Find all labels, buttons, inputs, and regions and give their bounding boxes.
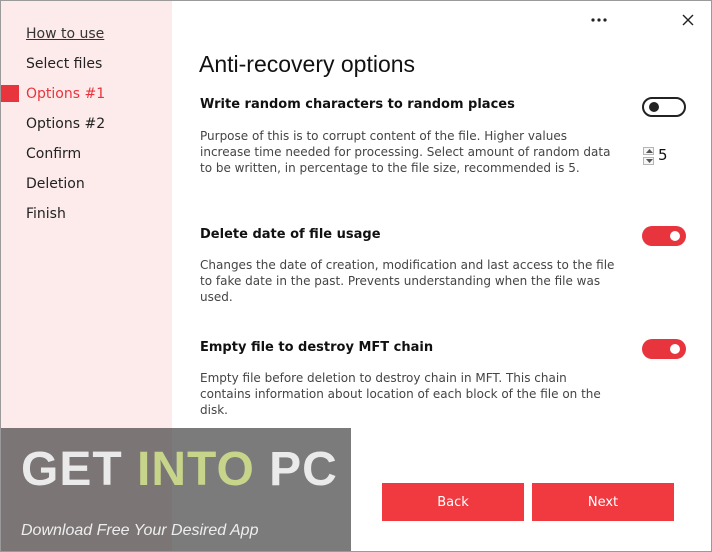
option-delete-date-toggle[interactable] bbox=[642, 226, 686, 246]
more-options-button[interactable] bbox=[584, 7, 614, 33]
watermark-logo-into: INTO bbox=[137, 443, 255, 496]
option-delete-date-description: Changes the date of creation, modificati… bbox=[200, 258, 615, 304]
chevron-up-icon bbox=[646, 149, 653, 153]
stepper-down-button[interactable] bbox=[643, 157, 654, 165]
watermark-logo: GET INTO PC bbox=[21, 442, 338, 497]
option-random-chars-title: Write random characters to random places bbox=[200, 97, 515, 112]
option-random-chars-description: Purpose of this is to corrupt content of… bbox=[200, 129, 611, 175]
option-random-chars-toggle[interactable] bbox=[642, 97, 686, 117]
stepper-value[interactable]: 5 bbox=[658, 146, 668, 164]
sidebar-item-how-to-use[interactable]: How to use bbox=[26, 23, 104, 45]
watermark-tagline: Download Free Your Desired App bbox=[21, 522, 259, 539]
back-button[interactable]: Back bbox=[382, 483, 524, 521]
close-icon bbox=[682, 14, 694, 26]
option-empty-file-toggle[interactable] bbox=[642, 339, 686, 359]
stepper-up-button[interactable] bbox=[643, 147, 654, 155]
option-empty-file-title: Empty file to destroy MFT chain bbox=[200, 340, 434, 355]
next-button[interactable]: Next bbox=[532, 483, 674, 521]
watermark-logo-pc: PC bbox=[254, 443, 338, 496]
app-window: How to use Select files Options #1 Optio… bbox=[0, 0, 712, 552]
close-button[interactable] bbox=[673, 7, 703, 33]
sidebar-item-options-2[interactable]: Options #2 bbox=[26, 113, 105, 135]
option-empty-file-description: Empty file before deletion to destroy ch… bbox=[200, 371, 601, 417]
page-title: Anti-recovery options bbox=[199, 51, 416, 77]
sidebar-item-confirm[interactable]: Confirm bbox=[26, 143, 81, 165]
random-data-stepper[interactable] bbox=[643, 147, 655, 165]
sidebar-item-options-1[interactable]: Options #1 bbox=[26, 83, 105, 105]
sidebar-item-finish[interactable]: Finish bbox=[26, 203, 66, 225]
option-delete-date-title: Delete date of file usage bbox=[200, 227, 381, 242]
watermark-logo-get: GET bbox=[21, 443, 138, 496]
chevron-down-icon bbox=[646, 159, 653, 163]
toggle-knob bbox=[670, 344, 680, 354]
sidebar-item-select-files[interactable]: Select files bbox=[26, 53, 102, 75]
toggle-knob bbox=[649, 102, 659, 112]
watermark-banner: GET INTO PC Download Free Your Desired A… bbox=[1, 428, 351, 551]
toggle-knob bbox=[670, 231, 680, 241]
sidebar-item-deletion[interactable]: Deletion bbox=[26, 173, 85, 195]
active-step-marker bbox=[1, 85, 19, 102]
more-dots-icon bbox=[591, 18, 607, 22]
